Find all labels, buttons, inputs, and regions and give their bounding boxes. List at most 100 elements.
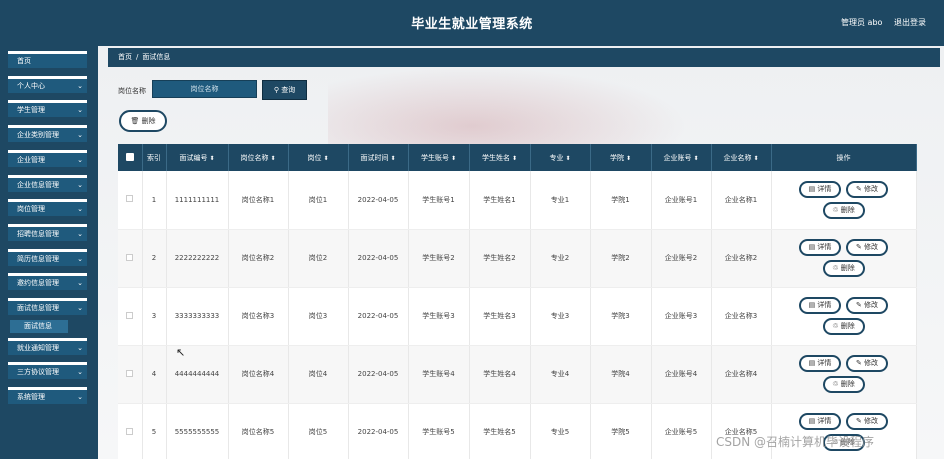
chevron-down-icon: ⌄ xyxy=(77,279,83,288)
sidebar-item[interactable]: 系统管理 ⌄ xyxy=(8,387,87,405)
sort-icon: ⬍ xyxy=(209,154,215,162)
table-row: 4 4444444444 岗位名称4 岗位4 2022-04-05 学生账号4 学生姓名4 专… xyxy=(118,345,917,404)
search-input[interactable]: 岗位名称 xyxy=(152,80,257,98)
column-header[interactable]: 面试编号 ⬍ xyxy=(166,144,229,171)
search-button-label: 查询 xyxy=(281,86,296,94)
table-cell: 学院2 xyxy=(590,229,652,288)
table-cell: 企业账号2 xyxy=(651,229,712,288)
actions-cell: ▤ 详情 ✎ 修改 ♲ 删除 xyxy=(771,345,917,404)
search-label: 岗位名称 xyxy=(118,87,146,95)
trash-icon: ♲ xyxy=(832,264,841,272)
detail-button[interactable]: ▤ 详情 xyxy=(799,413,841,430)
sort-icon: ⬍ xyxy=(390,154,396,162)
table-cell: 专业5 xyxy=(530,403,591,459)
row-checkbox[interactable] xyxy=(126,427,134,435)
detail-button[interactable]: ▤ 详情 xyxy=(799,297,841,314)
sidebar-subitem-active[interactable]: 面试信息 xyxy=(10,319,68,333)
sidebar-item-label: 系统管理 xyxy=(17,393,45,402)
chevron-down-icon: ⌄ xyxy=(77,304,83,312)
column-header[interactable]: 专业 ⬍ xyxy=(530,144,591,171)
column-header-label: 学生账号 xyxy=(420,153,449,162)
edit-button[interactable]: ✎ 修改 xyxy=(846,180,888,198)
sort-icon: ⬍ xyxy=(625,154,632,162)
table-cell: 5555555555 xyxy=(166,403,229,459)
table-header-row: 索引 面试编号 ⬍ 岗位名称 ⬍ 岗位 ⬍ 面试时间 ⬍ 学生账号 ⬍ 学生姓名 ⬍ 专业 ⬍ 学院 ⬍ 企业账号… xyxy=(118,144,917,171)
column-header[interactable]: 企业账号 ⬍ xyxy=(651,144,712,171)
sort-icon: ⬍ xyxy=(565,154,571,162)
edit-button[interactable]: ✎ 修改 xyxy=(846,297,888,314)
table-cell: 专业4 xyxy=(530,345,591,404)
delete-button[interactable]: ♲ 删除 xyxy=(822,318,865,335)
sidebar: 首页 个人中心 ⌄ 学生管理 ⌄ 企业类别管理 ⌄ 企业管理 ⌄ 企业信息管理 ⌄ 岗位管理 ⌄ 招聘信息… xyxy=(0,46,98,459)
edit-button-label: 修改 xyxy=(864,301,879,309)
column-header[interactable]: 岗位名称 ⬍ xyxy=(228,144,289,171)
table-cell: 企业名称3 xyxy=(711,287,772,346)
select-all-checkbox[interactable] xyxy=(125,152,134,161)
detail-button[interactable]: ▤ 详情 xyxy=(799,239,841,256)
sidebar-item[interactable]: 首页 xyxy=(8,51,87,68)
search-button[interactable]: ⚲ 查询 xyxy=(262,80,307,100)
table-row: 3 3333333333 岗位名称3 岗位3 2022-04-05 学生账号3 学生姓名3 专… xyxy=(118,287,917,346)
breadcrumb-home[interactable]: 首页 xyxy=(118,53,132,61)
sidebar-item[interactable]: 学生管理 ⌄ xyxy=(8,100,87,118)
column-header[interactable]: 面试时间 ⬍ xyxy=(348,144,409,171)
pencil-icon: ✎ xyxy=(855,417,865,425)
row-checkbox[interactable] xyxy=(126,311,134,319)
sidebar-item[interactable]: 企业类别管理 ⌄ xyxy=(8,125,87,143)
detail-button[interactable]: ▤ 详情 xyxy=(799,355,841,372)
edit-button[interactable]: ✎ 修改 xyxy=(846,355,888,372)
detail-button-label: 详情 xyxy=(817,243,832,251)
top-bar: 毕业生就业管理系统 管理员 abo 退出登录 xyxy=(0,0,944,46)
sidebar-item[interactable]: 简历信息管理 ⌄ xyxy=(8,248,87,266)
table-cell: 学院4 xyxy=(590,345,652,404)
table-cell: 企业名称1 xyxy=(711,171,772,230)
row-checkbox[interactable] xyxy=(126,369,134,377)
detail-button-label: 详情 xyxy=(817,184,832,193)
edit-button-label: 修改 xyxy=(864,359,879,367)
column-header[interactable]: 学院 ⬍ xyxy=(590,144,652,171)
pencil-icon: ✎ xyxy=(855,184,865,193)
sidebar-item-label: 个人中心 xyxy=(17,81,45,90)
breadcrumb: 首页 / 面试信息 xyxy=(108,48,940,67)
column-header[interactable]: 学生姓名 ⬍ xyxy=(469,144,531,171)
chevron-down-icon: ⌄ xyxy=(77,205,83,214)
column-header[interactable]: 学生账号 ⬍ xyxy=(408,144,470,171)
sort-icon: ⬍ xyxy=(270,154,276,162)
sidebar-item[interactable]: 岗位管理 ⌄ xyxy=(8,199,87,217)
sidebar-item[interactable]: 企业信息管理 ⌄ xyxy=(8,174,87,192)
delete-button[interactable]: ♲ 删除 xyxy=(822,201,865,219)
batch-delete-button[interactable]: 🗑 删除 xyxy=(119,110,167,132)
column-header[interactable]: 岗位 ⬍ xyxy=(288,144,349,171)
table-cell: 专业2 xyxy=(530,229,591,288)
detail-button[interactable]: ▤ 详情 xyxy=(799,180,841,198)
delete-button[interactable]: ♲ 删除 xyxy=(822,376,865,393)
mouse-cursor-icon: ↖ xyxy=(176,346,186,359)
logout-link[interactable]: 退出登录 xyxy=(894,17,926,28)
table-cell: 岗位4 xyxy=(288,345,349,404)
sidebar-item[interactable]: 就业通知管理 ⌄ xyxy=(8,337,87,355)
edit-button[interactable]: ✎ 修改 xyxy=(846,239,888,256)
sidebar-item[interactable]: 个人中心 ⌄ xyxy=(8,75,87,93)
row-checkbox[interactable] xyxy=(126,195,134,203)
sidebar-item[interactable]: 招聘信息管理 ⌄ xyxy=(8,223,87,241)
column-header[interactable]: 企业名称 ⬍ xyxy=(711,144,772,171)
row-select-cell xyxy=(118,287,143,346)
edit-button[interactable]: ✎ 修改 xyxy=(846,413,888,430)
sidebar-item[interactable]: 三方协议管理 ⌄ xyxy=(8,362,87,380)
column-header-label: 面试时间 xyxy=(360,153,389,162)
detail-button-label: 详情 xyxy=(817,359,832,367)
table-cell: 1111111111 xyxy=(166,171,229,230)
sidebar-item[interactable]: 邀约信息管理 ⌄ xyxy=(8,273,87,291)
table-cell: 1 xyxy=(142,171,167,230)
table-cell: 专业1 xyxy=(530,171,591,230)
actions-cell: ▤ 详情 ✎ 修改 ♲ 删除 xyxy=(771,403,917,459)
row-checkbox[interactable] xyxy=(126,253,134,261)
sidebar-item[interactable]: 企业管理 ⌄ xyxy=(8,149,87,167)
table-cell: 岗位名称5 xyxy=(228,403,289,459)
trash-icon: ♲ xyxy=(832,380,841,388)
table-cell: 学生姓名4 xyxy=(469,345,531,404)
sidebar-item[interactable]: 面试信息管理 ⌄ xyxy=(8,298,87,315)
delete-button[interactable]: ♲ 删除 xyxy=(822,260,865,277)
table-cell: 学院5 xyxy=(590,403,652,459)
actions-cell: ▤ 详情 ✎ 修改 ♲ 删除 xyxy=(771,171,917,230)
